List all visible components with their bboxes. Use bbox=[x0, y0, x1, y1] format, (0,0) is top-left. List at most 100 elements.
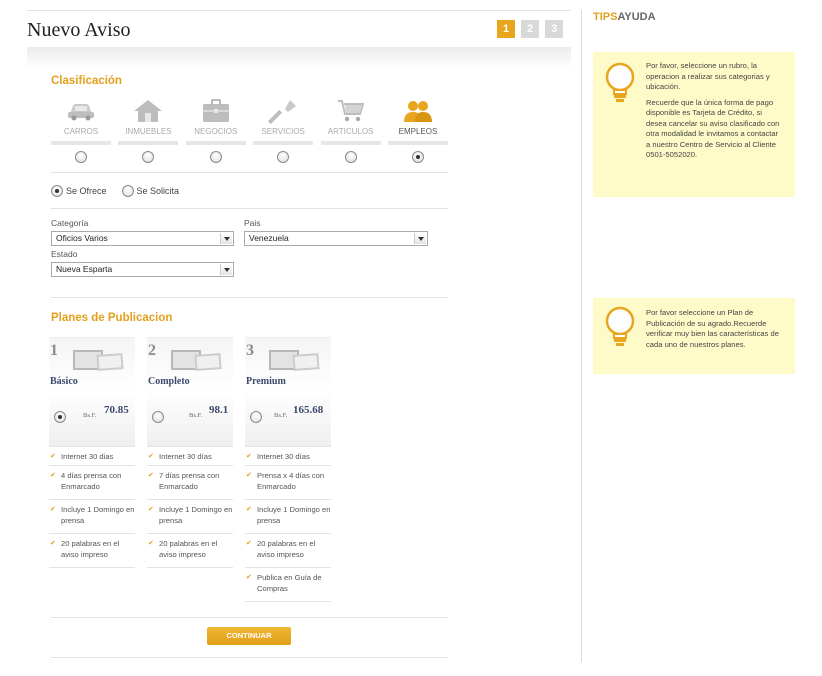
continue-button[interactable]: CONTINUAR bbox=[207, 627, 291, 645]
tip-box-plans: Por favor seleccione un Plan de Publicac… bbox=[593, 298, 795, 374]
category-articulos[interactable]: ARTICULOS bbox=[320, 97, 381, 163]
divider bbox=[51, 208, 448, 209]
tips-title: TIPSAYUDA bbox=[593, 11, 656, 23]
offer-option-ofrece[interactable]: Se Ofrece bbox=[51, 185, 107, 197]
category-radio[interactable] bbox=[142, 151, 155, 163]
plan-number: 1 bbox=[50, 342, 58, 359]
plan-price: 165.68 bbox=[293, 404, 324, 416]
offer-option-solicita[interactable]: Se Solicita bbox=[121, 185, 180, 197]
plan-features: Internet 30 días 7 días prensa con Enmar… bbox=[147, 447, 233, 568]
category-label: INMUEBLES bbox=[125, 127, 172, 136]
tip-paragraph: Por favor seleccione un Plan de Publicac… bbox=[646, 308, 779, 349]
category-radio[interactable] bbox=[411, 151, 424, 163]
categoria-select[interactable]: Oficios Varios bbox=[51, 231, 234, 246]
feature-item: Prensa x 4 días con Enmarcado bbox=[245, 466, 331, 500]
feature-item: Internet 30 días bbox=[245, 447, 331, 466]
plan-name: Básico bbox=[50, 376, 78, 387]
feature-item: Internet 30 dias bbox=[49, 447, 135, 466]
category-label: SERVICIOS bbox=[261, 127, 305, 136]
page-title: Nuevo Aviso bbox=[27, 19, 131, 41]
monitor-icon bbox=[73, 350, 124, 371]
plan-price: 70.85 bbox=[104, 404, 129, 416]
tip-text: Por favor seleccione un Plan de Publicac… bbox=[646, 308, 781, 355]
feature-item: 4 días prensa con Enmarcado bbox=[49, 466, 135, 500]
category-label: ARTICULOS bbox=[327, 127, 374, 136]
category-radio[interactable] bbox=[344, 151, 357, 163]
lightbulb-icon bbox=[605, 306, 635, 346]
plan-completo: 2 Completo Bs.F. 98.1 Internet 30 días 7… bbox=[147, 337, 233, 568]
feature-item: Incluye 1 Domingo en prensa bbox=[245, 500, 331, 534]
wrench-icon bbox=[268, 100, 297, 124]
divider bbox=[51, 617, 448, 618]
plan-radio[interactable] bbox=[54, 411, 66, 423]
category-inmuebles[interactable]: INMUEBLES bbox=[118, 97, 179, 163]
estado-select[interactable]: Nueva Esparta bbox=[51, 262, 234, 277]
classification-title: Clasificación bbox=[51, 75, 122, 87]
plan-price-box[interactable]: Bs.F. 70.85 bbox=[49, 390, 135, 447]
people-icon bbox=[403, 101, 432, 122]
tips-title-a: TIPS bbox=[593, 11, 618, 23]
plan-features: Internet 30 dias 4 días prensa con Enmar… bbox=[49, 447, 135, 568]
plan-premium: 3 Premium Bs.F. 165.68 Internet 30 días … bbox=[245, 337, 331, 602]
pais-value: Venezuela bbox=[249, 233, 289, 243]
offer-radio[interactable] bbox=[121, 185, 134, 197]
tip-box-classification: Por favor, seleccione un rubro, la opera… bbox=[593, 52, 795, 197]
category-label: CARROS bbox=[63, 127, 99, 136]
category-radio[interactable] bbox=[277, 151, 290, 163]
offer-type: Se Ofrece Se Solicita bbox=[51, 185, 194, 197]
categoria-value: Oficios Varios bbox=[56, 233, 108, 243]
category-carros[interactable]: CARROS bbox=[51, 97, 111, 163]
cart-icon bbox=[337, 100, 364, 122]
step-3: 3 bbox=[545, 20, 563, 38]
divider bbox=[51, 172, 448, 173]
offer-radio[interactable] bbox=[51, 185, 63, 197]
plan-price-box[interactable]: Bs.F. 98.1 bbox=[147, 390, 233, 447]
feature-item: 20 palabras en el aviso impreso bbox=[147, 534, 233, 568]
pais-select[interactable]: Venezuela bbox=[244, 231, 428, 246]
monitor-icon bbox=[171, 350, 222, 371]
tips-title-b: AYUDA bbox=[617, 11, 656, 23]
lightbulb-icon bbox=[605, 62, 635, 102]
plan-number: 2 bbox=[148, 342, 156, 359]
category-empleos[interactable]: EMPLEOS bbox=[387, 97, 448, 163]
feature-item: 20 palabras en el aviso impreso bbox=[49, 534, 135, 568]
step-1: 1 bbox=[497, 20, 515, 38]
category-label: NEGOCIOS bbox=[194, 127, 238, 136]
briefcase-icon bbox=[202, 99, 229, 122]
plans-title: Planes de Publicacion bbox=[51, 312, 173, 324]
feature-item: Publica en Guía de Compras bbox=[245, 568, 331, 602]
chevron-down-icon bbox=[414, 233, 426, 244]
chevron-down-icon bbox=[220, 233, 232, 244]
categoria-label: Categoría bbox=[51, 218, 89, 228]
divider bbox=[51, 297, 448, 298]
category-radio[interactable] bbox=[75, 151, 87, 163]
plan-name: Completo bbox=[148, 376, 190, 387]
category-negocios[interactable]: NEGOCIOS bbox=[185, 97, 246, 163]
category-radio[interactable] bbox=[209, 151, 222, 163]
plan-price-box[interactable]: Bs.F. 165.68 bbox=[245, 390, 331, 447]
plan-radio[interactable] bbox=[152, 411, 164, 423]
divider bbox=[51, 657, 448, 658]
chevron-down-icon bbox=[220, 264, 232, 275]
car-icon bbox=[68, 104, 94, 121]
top-divider bbox=[27, 10, 571, 11]
offer-label: Se Solicita bbox=[136, 186, 180, 196]
feature-item: Internet 30 días bbox=[147, 447, 233, 466]
feature-item: Incluye 1 Domingo en prensa bbox=[49, 500, 135, 534]
tip-paragraph: Recuerde que la única forma de pago disp… bbox=[646, 97, 780, 160]
plan-basico: 1 Básico Bs.F. 70.85 Internet 30 dias 4 … bbox=[49, 337, 135, 568]
plan-currency: Bs.F. bbox=[83, 412, 97, 419]
plan-number: 3 bbox=[246, 342, 254, 359]
plan-features: Internet 30 días Prensa x 4 días con Enm… bbox=[245, 447, 331, 602]
plan-radio[interactable] bbox=[250, 411, 262, 423]
feature-item: 20 palabras en el aviso impreso bbox=[245, 534, 331, 568]
column-divider bbox=[581, 10, 582, 662]
monitor-icon bbox=[269, 350, 320, 371]
tip-paragraph: Por favor, seleccione un rubro, la opera… bbox=[646, 61, 770, 91]
category-selector: CARROS INMUEBLES NEGOCIOS SERVICIOS ARTI… bbox=[51, 97, 448, 163]
pais-label: Pais bbox=[244, 218, 261, 228]
feature-item: Incluye 1 Domingo en prensa bbox=[147, 500, 233, 534]
estado-label: Estado bbox=[51, 249, 78, 259]
category-servicios[interactable]: SERVICIOS bbox=[253, 97, 314, 163]
estado-value: Nueva Esparta bbox=[56, 264, 113, 274]
